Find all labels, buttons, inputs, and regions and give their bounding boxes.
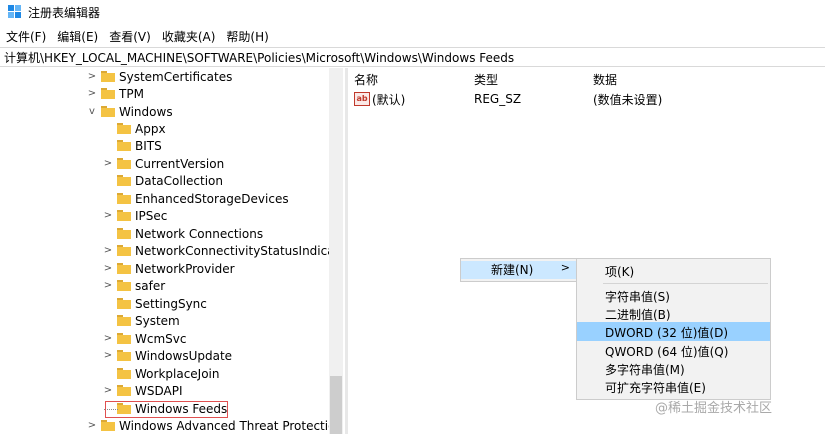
- column-header-name[interactable]: 名称: [354, 71, 378, 88]
- tree-item[interactable]: > WcmSvc: [102, 330, 187, 347]
- folder-icon: [117, 315, 131, 326]
- string-value-icon: ab: [354, 92, 370, 106]
- menu-view[interactable]: 查看(V): [104, 28, 156, 45]
- highlight-box: [105, 401, 228, 418]
- key-tree: > SystemCertificates > TPM v Windows Appx B…: [0, 68, 345, 434]
- tree-item[interactable]: > safer: [102, 277, 165, 294]
- scrollbar-thumb[interactable]: [330, 376, 342, 434]
- menu-favorites[interactable]: 收藏夹(A): [157, 28, 221, 45]
- chevron-icon[interactable]: >: [102, 350, 114, 361]
- chevron-right-icon: >: [560, 261, 570, 274]
- folder-icon: [117, 228, 131, 239]
- submenu-item-multistring[interactable]: 多字符串值(M): [577, 359, 770, 378]
- value-name: (默认): [372, 92, 406, 107]
- context-menu: 新建(N) >: [460, 258, 577, 282]
- new-submenu: 项(K) 字符串值(S) 二进制值(B) DWORD (32 位)值(D) QW…: [576, 258, 771, 400]
- menu-bar: 文件(F) 编辑(E) 查看(V) 收藏夹(A) 帮助(H): [0, 26, 274, 46]
- column-header-type[interactable]: 类型: [474, 71, 498, 88]
- tree-item[interactable]: > CurrentVersion: [102, 155, 224, 172]
- value-type: REG_SZ: [474, 92, 522, 106]
- tree-item[interactable]: > SystemCertificates: [86, 68, 233, 85]
- folder-icon: [101, 106, 115, 117]
- folder-icon: [101, 71, 115, 82]
- tree-item[interactable]: WorkplaceJoin: [102, 365, 220, 382]
- tree-item[interactable]: EnhancedStorageDevices: [102, 190, 289, 207]
- submenu-item-string[interactable]: 字符串值(S): [577, 286, 770, 305]
- folder-icon: [117, 158, 131, 169]
- submenu-item-expandstring[interactable]: 可扩充字符串值(E): [577, 377, 770, 396]
- folder-icon: [117, 298, 131, 309]
- address-path: 计算机\HKEY_LOCAL_MACHINE\SOFTWARE\Policies…: [4, 50, 515, 65]
- folder-icon: [117, 140, 131, 151]
- chevron-icon[interactable]: >: [102, 385, 114, 396]
- tree-item[interactable]: DataCollection: [102, 172, 223, 189]
- folder-icon: [117, 368, 131, 379]
- folder-icon: [117, 245, 131, 256]
- chevron-icon[interactable]: >: [86, 88, 98, 99]
- menu-new-label: 新建(N): [491, 263, 534, 277]
- menu-edit[interactable]: 编辑(E): [52, 28, 103, 45]
- chevron-icon[interactable]: >: [102, 280, 114, 291]
- submenu-item-qword[interactable]: QWORD (64 位)值(Q): [577, 341, 770, 360]
- chevron-icon[interactable]: >: [86, 71, 98, 82]
- tree-item[interactable]: > WSDAPI: [102, 382, 183, 399]
- tree-item[interactable]: Network Connections: [102, 225, 263, 242]
- tree-item[interactable]: > Windows Advanced Threat Protectio: [86, 417, 336, 434]
- tree-item[interactable]: > WindowsUpdate: [102, 347, 232, 364]
- chevron-icon[interactable]: >: [102, 245, 114, 256]
- tree-item[interactable]: > IPSec: [102, 207, 168, 224]
- submenu-item-key[interactable]: 项(K): [577, 261, 770, 280]
- tree-item[interactable]: BITS: [102, 137, 162, 154]
- address-bar[interactable]: 计算机\HKEY_LOCAL_MACHINE\SOFTWARE\Policies…: [0, 47, 825, 67]
- tree-item[interactable]: > NetworkConnectivityStatusIndica: [102, 242, 335, 259]
- folder-icon: [117, 385, 131, 396]
- tree-item[interactable]: > TPM: [86, 85, 144, 102]
- watermark: @稀土掘金技术社区: [655, 401, 773, 416]
- menu-file[interactable]: 文件(F): [1, 28, 51, 45]
- tree-item[interactable]: SettingSync: [102, 295, 207, 312]
- tree-item[interactable]: Appx: [102, 120, 166, 137]
- window-title: 注册表编辑器: [28, 5, 101, 20]
- regedit-app-icon: [8, 5, 22, 19]
- folder-icon: [117, 210, 131, 221]
- folder-icon: [117, 123, 131, 134]
- chevron-icon[interactable]: >: [86, 420, 98, 431]
- chevron-icon[interactable]: >: [102, 333, 114, 344]
- chevron-down-icon[interactable]: v: [86, 106, 98, 117]
- chevron-icon[interactable]: >: [102, 263, 114, 274]
- tree-item[interactable]: v Windows: [86, 103, 173, 120]
- tree-scrollbar[interactable]: [329, 68, 343, 434]
- value-data: (数值未设置): [593, 92, 663, 107]
- folder-icon: [101, 420, 115, 431]
- column-header-data[interactable]: 数据: [593, 71, 617, 88]
- folder-icon: [117, 193, 131, 204]
- menu-separator: [603, 283, 768, 284]
- submenu-item-dword[interactable]: DWORD (32 位)值(D): [577, 322, 770, 341]
- folder-icon: [117, 350, 131, 361]
- folder-icon: [117, 280, 131, 291]
- submenu-item-binary[interactable]: 二进制值(B): [577, 304, 770, 323]
- tree-item[interactable]: System: [102, 312, 180, 329]
- chevron-icon[interactable]: >: [102, 158, 114, 169]
- folder-icon: [117, 175, 131, 186]
- folder-icon: [117, 263, 131, 274]
- folder-icon: [117, 333, 131, 344]
- menu-help[interactable]: 帮助(H): [221, 28, 273, 45]
- title-bar: 注册表编辑器: [0, 0, 825, 24]
- value-row[interactable]: ab (默认): [354, 91, 405, 107]
- folder-icon: [101, 88, 115, 99]
- tree-item[interactable]: > NetworkProvider: [102, 260, 235, 277]
- chevron-icon[interactable]: >: [102, 210, 114, 221]
